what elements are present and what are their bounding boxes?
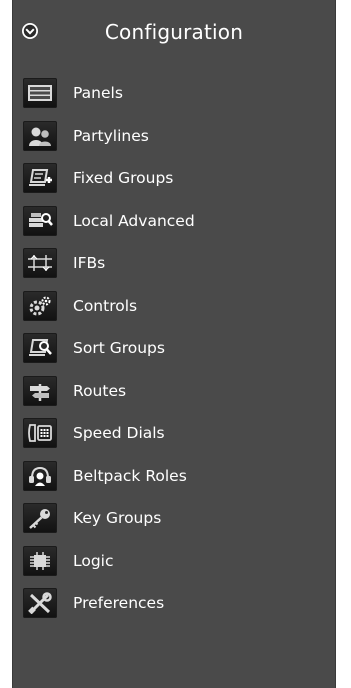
partylines-icon <box>23 120 57 151</box>
menu-item-label: Sort Groups <box>73 339 165 358</box>
menu-item-label: Routes <box>73 381 127 400</box>
ifbs-icon <box>23 248 57 279</box>
menu-item-label: Fixed Groups <box>73 169 174 188</box>
menu-item-ifbs[interactable]: IFBs <box>13 242 335 285</box>
menu-item-label: Local Advanced <box>73 211 195 230</box>
menu-item-label: IFBs <box>73 254 106 273</box>
key-groups-icon <box>23 503 57 534</box>
fixed-groups-icon <box>23 163 57 194</box>
menu-item-label: Key Groups <box>73 509 162 528</box>
speed-dials-icon <box>23 418 57 449</box>
menu-item-speed-dials[interactable]: Speed Dials <box>13 412 335 455</box>
routes-icon <box>23 375 57 406</box>
menu-item-fixed-groups[interactable]: Fixed Groups <box>13 157 335 200</box>
menu-item-sort-groups[interactable]: Sort Groups <box>13 327 335 370</box>
menu-item-logic[interactable]: Logic <box>13 540 335 583</box>
menu-item-partylines[interactable]: Partylines <box>13 115 335 158</box>
beltpack-roles-icon <box>23 460 57 491</box>
menu-item-controls[interactable]: Controls <box>13 285 335 328</box>
menu-item-panels[interactable]: Panels <box>13 72 335 115</box>
menu-item-local-advanced[interactable]: Local Advanced <box>13 200 335 243</box>
logic-icon <box>23 545 57 576</box>
menu-item-label: Partylines <box>73 126 149 145</box>
sort-groups-icon <box>23 333 57 364</box>
menu-item-label: Beltpack Roles <box>73 466 187 485</box>
menu-item-preferences[interactable]: Preferences <box>13 582 335 625</box>
configuration-panel: Configuration Panels Partylines Fixed Gr… <box>12 0 336 688</box>
menu-item-routes[interactable]: Routes <box>13 370 335 413</box>
panel-header: Configuration <box>13 0 335 64</box>
local-advanced-icon <box>23 205 57 236</box>
menu-item-label: Speed Dials <box>73 424 165 443</box>
menu-item-label: Preferences <box>73 594 165 613</box>
menu-item-label: Logic <box>73 551 114 570</box>
menu-item-beltpack-roles[interactable]: Beltpack Roles <box>13 455 335 498</box>
controls-icon <box>23 290 57 321</box>
menu-item-label: Controls <box>73 296 138 315</box>
menu-item-label: Panels <box>73 84 123 103</box>
menu-item-key-groups[interactable]: Key Groups <box>13 497 335 540</box>
panels-icon <box>23 78 57 109</box>
preferences-icon <box>23 588 57 619</box>
config-menu: Panels Partylines Fixed Groups Local Adv… <box>13 72 335 625</box>
page-title: Configuration <box>104 20 244 44</box>
